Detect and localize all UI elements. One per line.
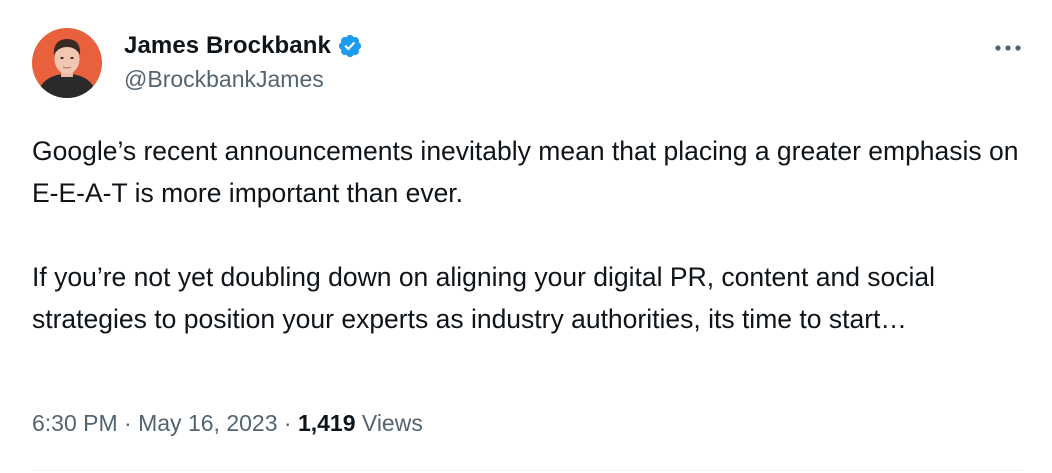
tweet-time[interactable]: 6:30 PM [32, 410, 118, 436]
tweet-paragraph-1: Google’s recent announcements inevitably… [32, 136, 1019, 208]
author-handle[interactable]: @BrockbankJames [124, 66, 363, 93]
avatar-image [32, 28, 102, 98]
meta-separator: · [283, 410, 292, 436]
author-block: James Brockbank @BrockbankJames [124, 30, 363, 93]
author-display-name[interactable]: James Brockbank [124, 32, 331, 60]
meta-separator: · [124, 410, 132, 436]
views-label: Views [361, 410, 423, 436]
author-name-row: James Brockbank [124, 30, 363, 62]
tweet: James Brockbank @BrockbankJames Google’s… [0, 0, 1052, 473]
tweet-date[interactable]: May 16, 2023 [138, 410, 277, 436]
avatar[interactable] [32, 28, 102, 98]
tweet-paragraph-2: If you’re not yet doubling down on align… [32, 262, 936, 334]
divider [32, 470, 1022, 471]
tweet-text: Google’s recent announcements inevitably… [32, 130, 1027, 340]
verified-badge-icon [337, 33, 363, 59]
tweet-meta: 6:30 PM · May 16, 2023 · 1,419 Views [32, 410, 423, 437]
more-options-icon[interactable] [990, 30, 1026, 66]
views-count[interactable]: 1,419 [298, 410, 356, 436]
